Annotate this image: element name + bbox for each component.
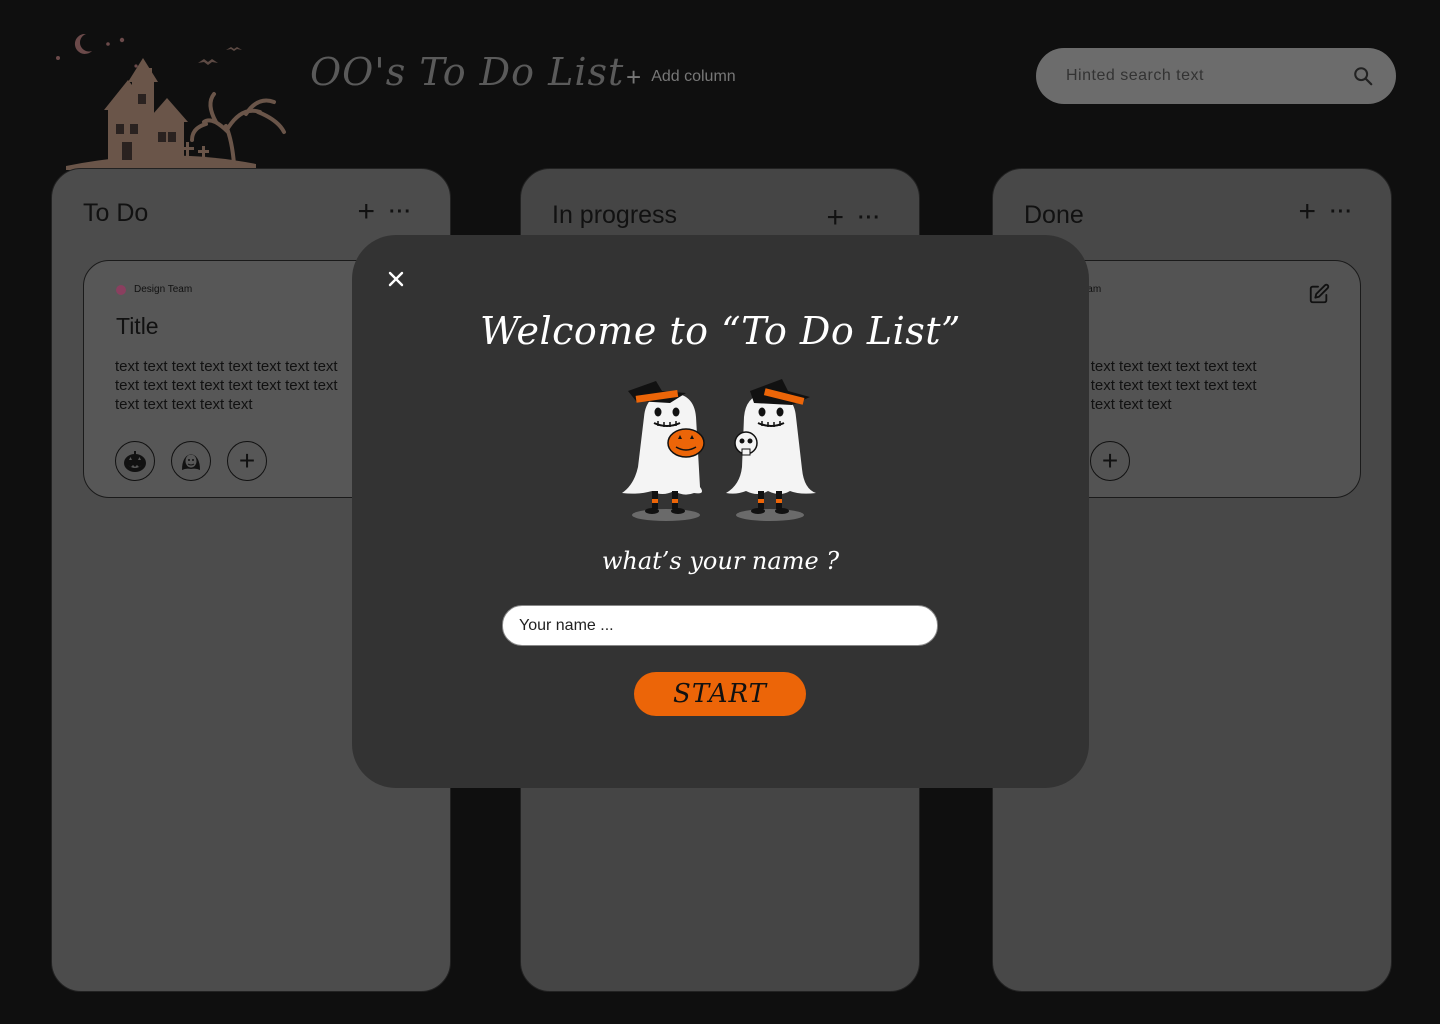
edit-icon[interactable] (1308, 283, 1330, 305)
more-options-icon[interactable]: ··· (1330, 202, 1353, 222)
card-description: text text text text text text text text … (115, 358, 338, 413)
add-task-button[interactable]: + (357, 197, 375, 227)
welcome-modal: Welcome to “To Do List” what’s your name… (352, 235, 1089, 788)
vampire-icon[interactable] (171, 441, 211, 481)
name-question: what’s your name ? (601, 547, 840, 575)
add-task-button[interactable]: + (826, 203, 844, 233)
card-title: Title (116, 313, 159, 339)
add-member-button[interactable]: + (227, 441, 267, 481)
add-member-button[interactable]: + (1090, 441, 1130, 481)
add-column-label: Add column (651, 68, 736, 85)
add-column-button[interactable]: + Add column (626, 62, 736, 92)
add-task-button[interactable]: + (1298, 197, 1316, 227)
column-actions: + ··· (826, 203, 881, 233)
card-members: + (115, 441, 267, 481)
close-icon[interactable] (386, 269, 406, 289)
welcome-heading: Welcome to “To Do List” (480, 309, 961, 353)
search-icon[interactable] (1352, 65, 1374, 87)
more-options-icon[interactable]: ··· (858, 208, 881, 228)
column-title: Done (1024, 201, 1084, 229)
name-input[interactable] (502, 605, 938, 646)
column-actions: + ··· (357, 197, 412, 227)
team-color-dot (116, 284, 126, 295)
search-bar (1036, 48, 1396, 104)
more-options-icon[interactable]: ··· (389, 202, 412, 222)
search-input[interactable] (1066, 67, 1352, 85)
column-actions: + ··· (1298, 197, 1353, 227)
column-title: To Do (83, 199, 149, 227)
app-title: OO's To Do List (310, 50, 625, 94)
pumpkin-icon[interactable] (115, 441, 155, 481)
column-title: In progress (552, 201, 678, 229)
start-button[interactable]: START (634, 672, 806, 716)
team-name: Design Team (134, 284, 193, 295)
ghosts-illustration (622, 379, 816, 521)
team-label: Design Team (116, 284, 192, 295)
plus-icon: + (626, 62, 642, 92)
haunted-house-logo (56, 33, 286, 170)
